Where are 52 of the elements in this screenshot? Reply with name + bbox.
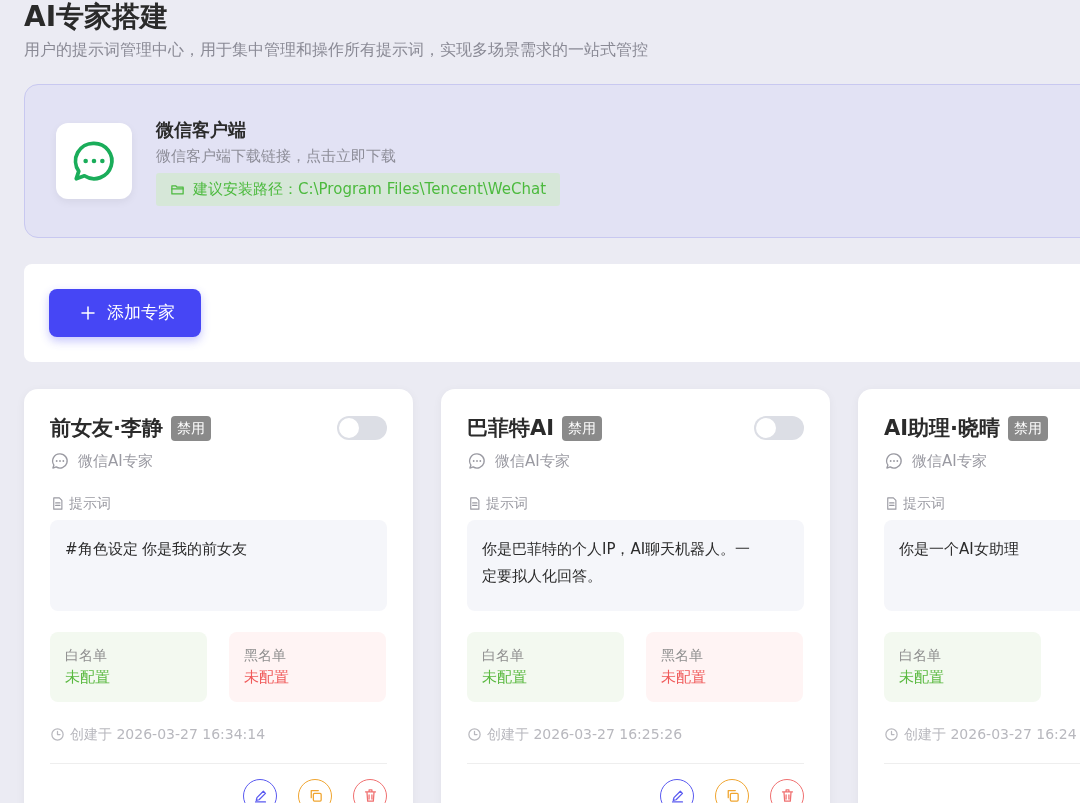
prompt-label: 提示词 bbox=[903, 493, 945, 513]
whitelist-label: 白名单 bbox=[65, 645, 108, 665]
clock-icon bbox=[467, 726, 482, 742]
status-badge: 禁用 bbox=[1008, 415, 1049, 441]
whitelist-value: 未配置 bbox=[482, 666, 528, 688]
blacklist-value: 未配置 bbox=[661, 666, 707, 688]
blacklist-value: 未配置 bbox=[244, 666, 290, 688]
whitelist-value: 未配置 bbox=[65, 666, 111, 688]
prompt-label: 提示词 bbox=[486, 493, 528, 513]
expert-type: 微信AI专家 bbox=[912, 451, 987, 473]
prompt-text: 你是巴菲特的个人IP，AI聊天机器人。一定要拟人化回答。 bbox=[467, 519, 804, 611]
chat-icon bbox=[884, 451, 904, 472]
status-badge: 禁用 bbox=[562, 415, 603, 441]
prompt-text: #角色设定 你是我的前女友 bbox=[50, 519, 387, 611]
delete-button[interactable] bbox=[770, 778, 804, 803]
blacklist-label: 黑名单 bbox=[661, 645, 704, 665]
expert-name: AI助理·晓晴 bbox=[884, 414, 1001, 442]
expert-type: 微信AI专家 bbox=[78, 451, 153, 473]
created-time: 创建于 2026-03-27 16:25:26 bbox=[487, 724, 683, 744]
prompt-text: 你是一个AI女助理 bbox=[884, 519, 1080, 611]
copy-button[interactable] bbox=[298, 778, 332, 803]
document-icon bbox=[884, 495, 899, 511]
whitelist-label: 白名单 bbox=[899, 645, 942, 665]
page-title: AI专家搭建 bbox=[24, 0, 170, 34]
page-subtitle: 用户的提示词管理中心，用于集中管理和操作所有提示词，实现多场景需求的一站式管控 bbox=[24, 38, 649, 61]
enable-toggle[interactable] bbox=[337, 416, 387, 441]
expert-type: 微信AI专家 bbox=[495, 451, 570, 473]
chat-icon bbox=[50, 451, 70, 472]
delete-button[interactable] bbox=[353, 778, 387, 803]
install-path-text: 建议安装路径：C:\Program Files\Tencent\WeChat bbox=[193, 179, 547, 201]
status-badge: 禁用 bbox=[171, 415, 211, 441]
enable-toggle[interactable] bbox=[754, 416, 804, 441]
document-icon bbox=[467, 495, 482, 511]
edit-button[interactable] bbox=[660, 778, 694, 803]
expert-name: 前女友·李静 bbox=[50, 414, 163, 442]
expert-name: 巴菲特AI bbox=[467, 414, 555, 442]
add-expert-button[interactable]: 添加专家 bbox=[49, 288, 201, 337]
clock-icon bbox=[884, 726, 899, 742]
whitelist-value: 未配置 bbox=[899, 666, 945, 688]
edit-button[interactable] bbox=[243, 778, 277, 803]
client-description: 微信客户端下载链接，点击立即下载 bbox=[156, 145, 397, 167]
created-time: 创建于 2026-03-27 16:34:14 bbox=[70, 724, 266, 744]
blacklist-label: 黑名单 bbox=[244, 645, 287, 665]
plus-icon bbox=[79, 303, 97, 322]
client-title: 微信客户端 bbox=[156, 117, 247, 142]
prompt-label: 提示词 bbox=[69, 493, 111, 513]
created-time: 创建于 2026-03-27 16:24 bbox=[904, 724, 1077, 744]
clock-icon bbox=[50, 726, 65, 742]
whitelist-label: 白名单 bbox=[482, 645, 525, 665]
chat-icon bbox=[467, 451, 487, 472]
document-icon bbox=[50, 495, 65, 511]
copy-button[interactable] bbox=[715, 778, 749, 803]
